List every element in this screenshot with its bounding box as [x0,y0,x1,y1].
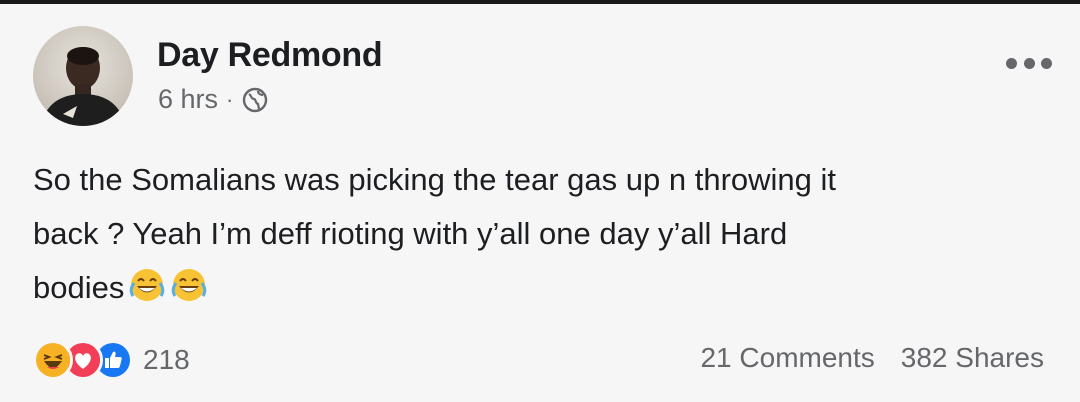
reaction-count[interactable]: 218 [143,344,190,376]
tears-of-joy-icon [128,266,166,304]
tears-of-joy-icon [170,266,208,304]
globe-icon[interactable] [241,86,269,114]
avatar[interactable] [33,26,133,126]
timestamp[interactable]: 6 hrs [158,84,218,115]
more-dot [1041,57,1052,69]
post-meta: 6 hrs · [158,84,269,115]
comments-count[interactable]: 21 Comments [700,342,874,374]
post-text-line: So the Somalians was picking the tear ga… [33,162,837,197]
more-options-icon[interactable] [1006,54,1052,72]
engagement-stats: 21 Comments 382 Shares [700,342,1044,374]
post-text-line: back ? Yeah I’m deff rioting with y’all … [33,216,788,251]
reactions-summary[interactable]: 218 [33,340,190,380]
post-text-line: bodies [33,270,125,305]
more-dot [1023,57,1035,69]
author-name[interactable]: Day Redmond [157,36,383,75]
haha-reaction-icon [33,340,73,380]
meta-separator: · [226,86,234,112]
shares-count[interactable]: 382 Shares [901,342,1044,374]
post-text-line-last: bodies [33,261,1043,315]
facebook-post: Day Redmond 6 hrs · So the Somalians was… [0,4,1080,402]
post-text: So the Somalians was picking the tear ga… [33,153,1043,315]
avatar-image [41,47,125,126]
more-dot [1006,57,1017,69]
